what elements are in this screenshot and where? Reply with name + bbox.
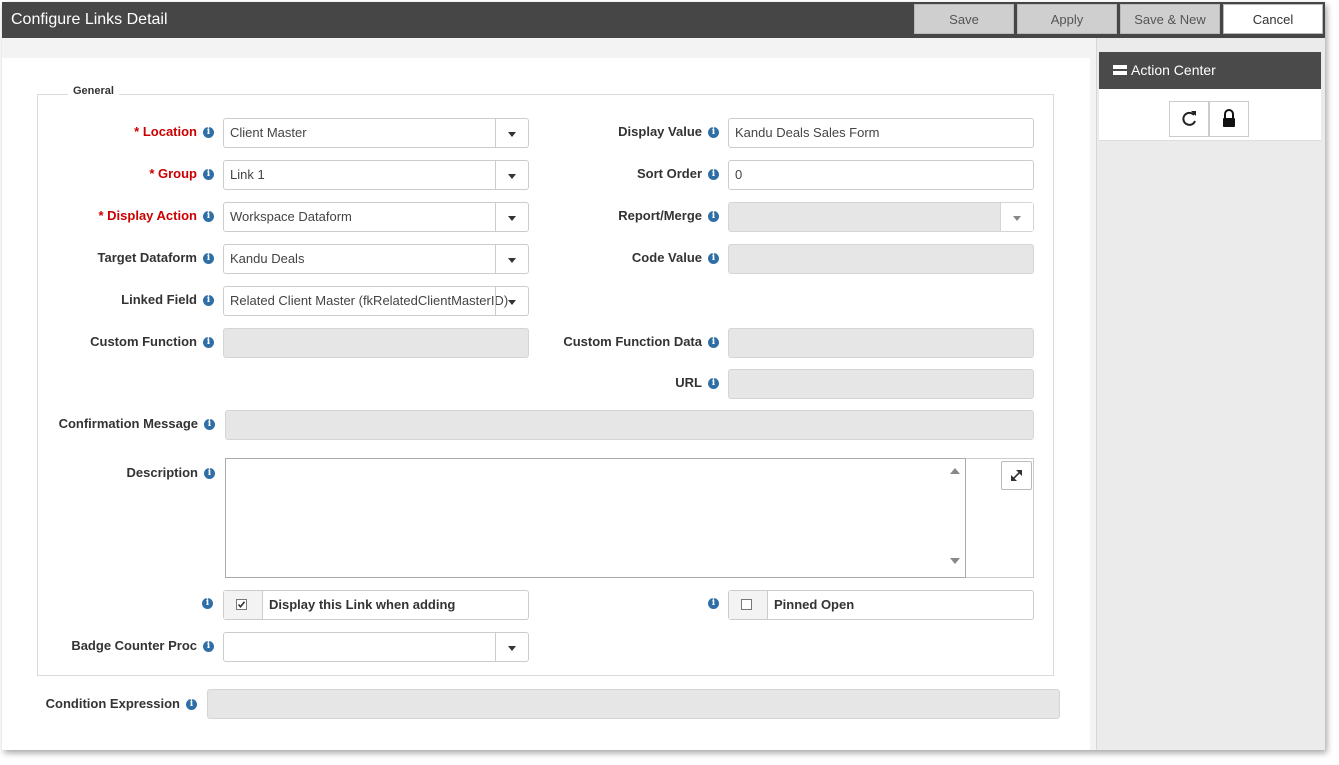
display-when-adding-label: Display this Link when adding [269, 597, 456, 612]
location-select[interactable]: Client Master [223, 118, 529, 148]
chevron-down-icon [1013, 216, 1021, 221]
info-icon[interactable]: i [204, 419, 215, 430]
window-title: Configure Links Detail [11, 11, 168, 28]
dropdown-button[interactable] [495, 161, 528, 189]
custom-function-field [223, 328, 529, 358]
title-bar: Configure Links Detail Save Apply Save &… [2, 2, 1325, 38]
display-value-label: Display Value [618, 124, 702, 139]
display-action-label: * Display Action [98, 208, 197, 223]
custom-function-data-label: Custom Function Data [563, 334, 702, 349]
condition-expression-label: Condition Expression [45, 696, 180, 711]
pinned-open-checkbox[interactable] [741, 599, 752, 610]
pinned-open-checkbox-group[interactable]: Pinned Open [728, 590, 1034, 620]
action-center-header: Action Center [1099, 52, 1321, 89]
target-dataform-select[interactable]: Kandu Deals [223, 244, 529, 274]
expand-button[interactable] [1001, 461, 1032, 490]
info-icon[interactable]: i [204, 468, 215, 479]
dropdown-button[interactable] [495, 633, 528, 661]
info-icon[interactable]: i [202, 598, 213, 609]
dropdown-button [1000, 203, 1033, 231]
pinned-open-label: Pinned Open [774, 597, 855, 612]
info-icon[interactable]: i [708, 378, 719, 389]
lock-icon [1223, 109, 1235, 127]
action-center-panel: Action Center [1096, 38, 1325, 750]
required-marker: * [98, 208, 104, 223]
required-marker: * [149, 166, 155, 181]
url-label: URL [675, 375, 702, 390]
info-icon[interactable]: i [186, 699, 197, 710]
info-icon[interactable]: i [203, 641, 214, 652]
custom-function-data-field [728, 328, 1034, 358]
target-dataform-label: Target Dataform [97, 250, 197, 265]
checkbox-cell [224, 591, 263, 619]
chevron-down-icon [508, 174, 516, 179]
info-icon[interactable]: i [203, 127, 214, 138]
panel-icon [1113, 65, 1127, 75]
checkbox-cell [729, 591, 768, 619]
code-value-label: Code Value [631, 250, 702, 265]
cancel-button[interactable]: Cancel [1223, 4, 1323, 34]
info-icon[interactable]: i [708, 169, 719, 180]
description-textarea[interactable] [225, 458, 966, 578]
info-icon[interactable]: i [203, 295, 214, 306]
info-icon[interactable]: i [708, 337, 719, 348]
dropdown-button[interactable] [495, 287, 528, 315]
chevron-down-icon [508, 300, 516, 305]
info-icon[interactable]: i [708, 127, 719, 138]
custom-function-label: Custom Function [90, 334, 197, 349]
apply-button[interactable]: Apply [1017, 4, 1117, 34]
dropdown-button[interactable] [495, 119, 528, 147]
info-icon[interactable]: i [203, 169, 214, 180]
condition-expression-field [207, 689, 1060, 719]
chevron-down-icon [508, 258, 516, 263]
chevron-down-icon [508, 646, 516, 651]
checkmark-icon [237, 601, 246, 609]
dropdown-button[interactable] [495, 245, 528, 273]
scroll-up-icon[interactable] [950, 468, 960, 474]
general-legend: General [68, 85, 119, 97]
required-marker: * [134, 124, 140, 139]
code-value-field [728, 244, 1034, 274]
info-icon[interactable]: i [708, 253, 719, 264]
confirmation-message-label: Confirmation Message [58, 416, 198, 431]
description-side-panel [966, 458, 1034, 578]
display-when-adding-checkbox-group[interactable]: Display this Link when adding [223, 590, 529, 620]
refresh-icon [1182, 111, 1196, 126]
sort-order-input[interactable]: 0 [728, 160, 1034, 190]
report-merge-select [728, 202, 1034, 232]
info-icon[interactable]: i [708, 211, 719, 222]
confirmation-message-field [225, 410, 1034, 440]
chevron-down-icon [508, 216, 516, 221]
location-label: * Location [134, 124, 197, 139]
badge-counter-proc-select[interactable] [223, 632, 529, 662]
save-and-new-button[interactable]: Save & New [1120, 4, 1220, 34]
display-action-select[interactable]: Workspace Dataform [223, 202, 529, 232]
dialog-window: Configure Links Detail Save Apply Save &… [2, 2, 1325, 750]
linked-field-select[interactable]: Related Client Master (fkRelatedClientMa… [223, 286, 529, 316]
url-field [728, 369, 1034, 399]
scroll-down-icon[interactable] [950, 558, 960, 564]
lock-button[interactable] [1209, 101, 1249, 137]
info-icon[interactable]: i [203, 253, 214, 264]
dropdown-button[interactable] [495, 203, 528, 231]
report-merge-label: Report/Merge [618, 208, 702, 223]
form-area: General * Location i Client Master * Gro… [2, 58, 1090, 750]
info-icon[interactable]: i [203, 337, 214, 348]
description-label: Description [126, 465, 198, 480]
save-button[interactable]: Save [914, 4, 1014, 34]
action-center-title: Action Center [1131, 62, 1216, 78]
display-value-input[interactable]: Kandu Deals Sales Form [728, 118, 1034, 148]
expand-icon [1011, 470, 1022, 481]
sort-order-label: Sort Order [636, 166, 702, 181]
group-label: * Group [149, 166, 197, 181]
chevron-down-icon [508, 132, 516, 137]
info-icon[interactable]: i [203, 211, 214, 222]
linked-field-label: Linked Field [121, 292, 197, 307]
action-center-toolbar [1099, 89, 1321, 141]
badge-counter-proc-label: Badge Counter Proc [71, 638, 197, 653]
refresh-button[interactable] [1169, 101, 1209, 137]
display-when-adding-checkbox[interactable] [236, 599, 247, 610]
group-select[interactable]: Link 1 [223, 160, 529, 190]
info-icon[interactable]: i [708, 598, 719, 609]
